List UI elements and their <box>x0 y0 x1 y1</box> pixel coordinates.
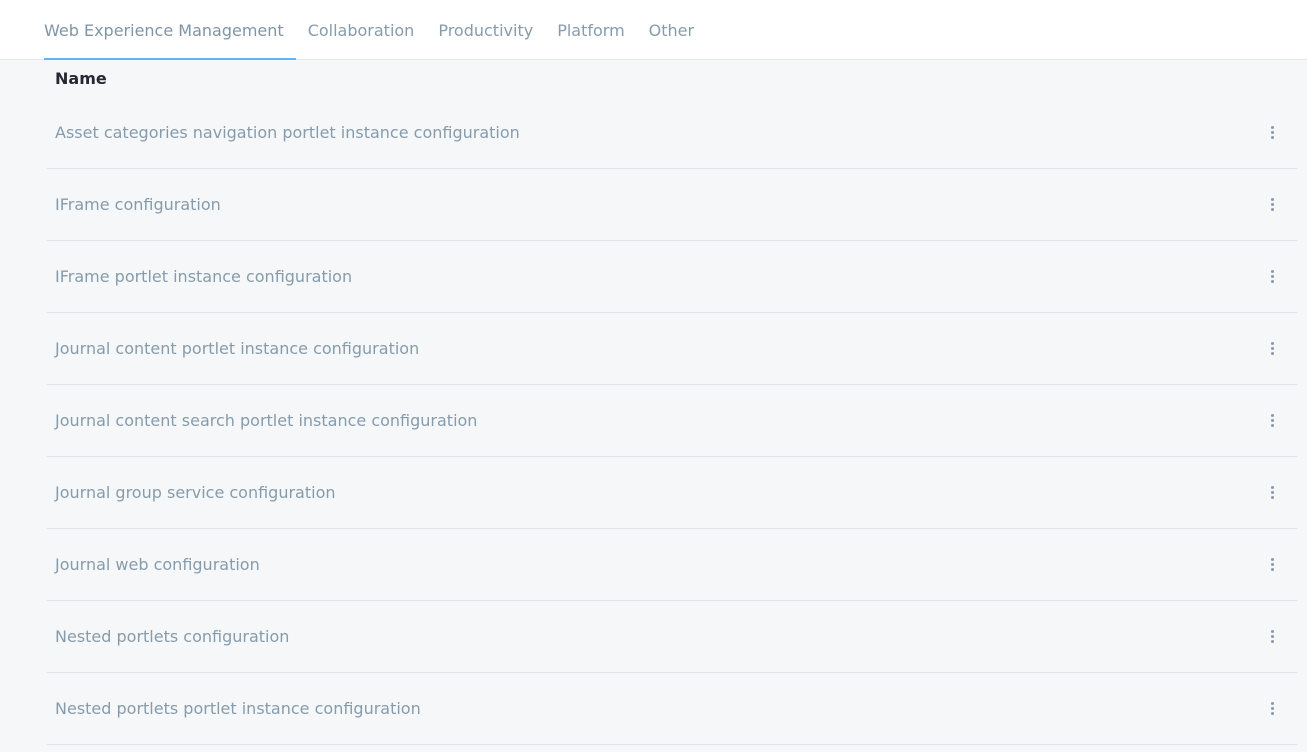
configuration-table: Name Asset categories navigation portlet… <box>47 60 1297 745</box>
table-row[interactable]: Asset categories navigation portlet inst… <box>47 97 1297 169</box>
kebab-icon[interactable] <box>1267 485 1277 501</box>
kebab-icon[interactable] <box>1267 701 1277 717</box>
table-row[interactable]: Journal content portlet instance configu… <box>47 313 1297 385</box>
tab-web-experience-management[interactable]: Web Experience Management <box>32 0 296 60</box>
category-tab-bar: Web Experience Management Collaboration … <box>0 0 1307 60</box>
kebab-icon[interactable] <box>1267 413 1277 429</box>
table-row[interactable]: IFrame configuration <box>47 169 1297 241</box>
table-row[interactable]: Journal web configuration <box>47 529 1297 601</box>
row-link[interactable]: IFrame configuration <box>55 195 221 214</box>
row-link[interactable]: Journal content search portlet instance … <box>55 411 477 430</box>
row-link[interactable]: Journal content portlet instance configu… <box>55 339 419 358</box>
table-row[interactable]: Journal content search portlet instance … <box>47 385 1297 457</box>
row-link[interactable]: Nested portlets configuration <box>55 627 289 646</box>
tab-other[interactable]: Other <box>637 0 706 60</box>
kebab-icon[interactable] <box>1267 125 1277 141</box>
kebab-icon[interactable] <box>1267 629 1277 645</box>
row-link[interactable]: Asset categories navigation portlet inst… <box>55 123 520 142</box>
kebab-icon[interactable] <box>1267 269 1277 285</box>
row-link[interactable]: IFrame portlet instance configuration <box>55 267 352 286</box>
kebab-icon[interactable] <box>1267 197 1277 213</box>
category-tabs: Web Experience Management Collaboration … <box>32 0 706 60</box>
tab-productivity[interactable]: Productivity <box>426 0 545 60</box>
column-header-name: Name <box>55 69 107 88</box>
table-row[interactable]: Nested portlets portlet instance configu… <box>47 673 1297 745</box>
kebab-icon[interactable] <box>1267 341 1277 357</box>
tab-platform[interactable]: Platform <box>545 0 636 60</box>
table-row[interactable]: Journal group service configuration <box>47 457 1297 529</box>
table-row[interactable]: Nested portlets configuration <box>47 601 1297 673</box>
table-row[interactable]: IFrame portlet instance configuration <box>47 241 1297 313</box>
row-link[interactable]: Journal web configuration <box>55 555 260 574</box>
kebab-icon[interactable] <box>1267 557 1277 573</box>
row-link[interactable]: Nested portlets portlet instance configu… <box>55 699 421 718</box>
tab-collaboration[interactable]: Collaboration <box>296 0 427 60</box>
row-link[interactable]: Journal group service configuration <box>55 483 336 502</box>
